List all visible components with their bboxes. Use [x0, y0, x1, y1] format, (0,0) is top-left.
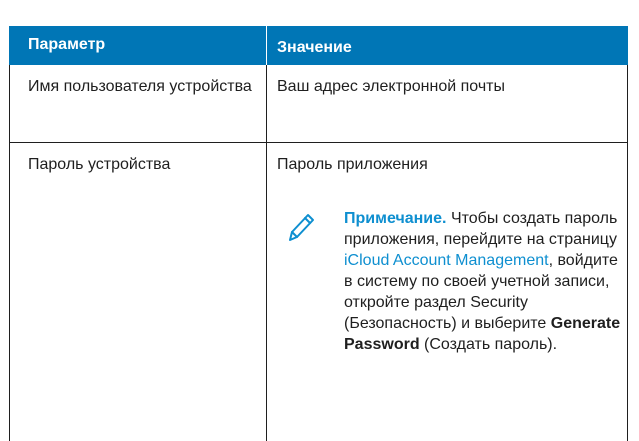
- table-border-left: [9, 65, 10, 441]
- header-divider: [266, 26, 267, 65]
- icloud-account-management-link[interactable]: iCloud Account Management: [344, 252, 549, 269]
- note-text: Примечание. Чтобы создать пароль приложе…: [344, 208, 624, 355]
- row-1-param: Имя пользователя устройства: [28, 78, 252, 95]
- header-param: Параметр: [28, 36, 106, 53]
- pencil-icon: [289, 214, 314, 241]
- header-value: Значение: [277, 39, 352, 56]
- row-divider: [9, 142, 628, 143]
- row-2-value: Пароль приложения: [277, 156, 428, 173]
- row-2-param: Пароль устройства: [28, 156, 171, 173]
- row-1-value: Ваш адрес электронной почты: [277, 78, 506, 95]
- column-divider: [266, 65, 267, 441]
- settings-table: Параметр Значение Имя пользователя устро…: [9, 26, 628, 441]
- note-text-3: (Создать пароль).: [424, 336, 558, 353]
- table-border-right: [627, 65, 628, 441]
- table-header: Параметр Значение: [9, 26, 628, 65]
- note-label: Примечание.: [344, 210, 447, 227]
